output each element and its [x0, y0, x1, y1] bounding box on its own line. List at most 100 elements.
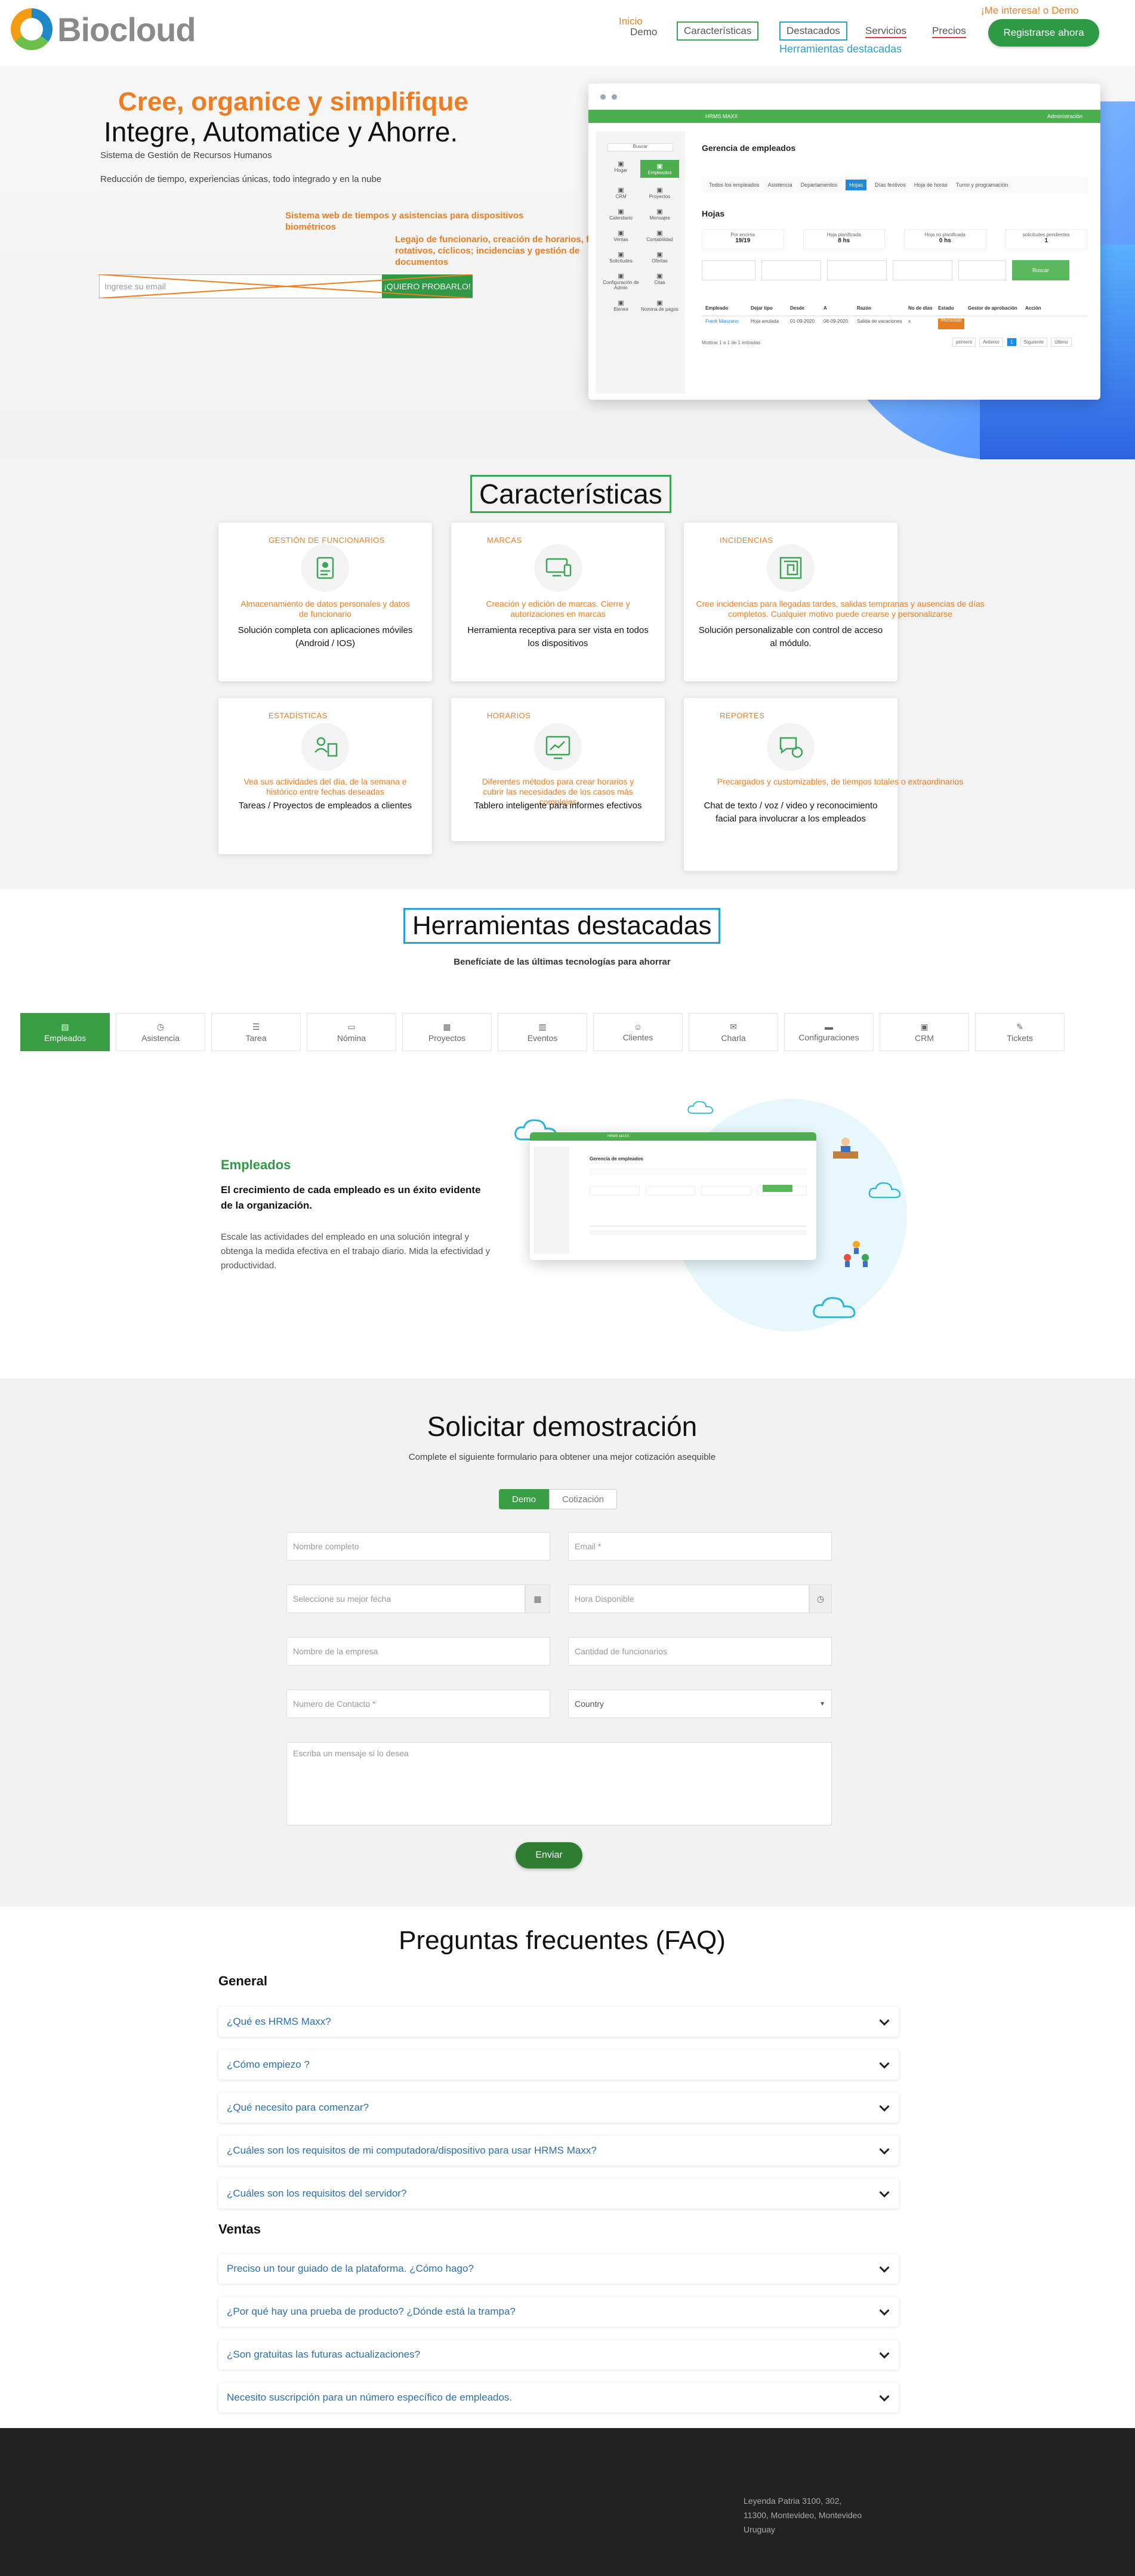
mock-table-header: Desde — [790, 305, 805, 311]
nav-servicios[interactable]: Servicios — [865, 25, 906, 38]
mock-sidebar-label: Hogar — [614, 168, 628, 173]
faq-question[interactable]: ¿Qué es HRMS Maxx? — [218, 2007, 899, 2037]
faq-question[interactable]: ¿Qué necesito para comenzar? — [218, 2093, 899, 2123]
nav-demo[interactable]: Demo — [630, 26, 657, 38]
submit-button[interactable]: Enviar — [516, 1842, 582, 1868]
tool-tab-empleados[interactable]: ▤ Empleados — [20, 1013, 110, 1051]
mock-sidebar-item: ▣ Ofertas — [640, 251, 679, 264]
employees-count-input[interactable]: Cantidad de funcionarios — [568, 1637, 832, 1666]
tool-tab-tickets[interactable]: ✎ Tickets — [975, 1013, 1065, 1051]
mock-sidebar-item: ▣ Contabilidad — [640, 229, 679, 242]
time-input[interactable]: Hora Disponible — [568, 1584, 809, 1613]
clock-icon[interactable]: ◷ — [809, 1584, 832, 1613]
full-name-input[interactable]: Nombre completo — [286, 1532, 550, 1561]
try-it-button[interactable]: ¡QUIERO PROBARLO! — [382, 274, 473, 298]
mock-subtitle: Hojas — [702, 209, 725, 218]
nav-caracteristicas[interactable]: Características — [677, 21, 759, 41]
calendar-icon[interactable]: ▦ — [525, 1584, 550, 1613]
dashboard-mockup: HRMS MAXX Administración Buscar ▣ Hogar ▣ E… — [588, 84, 1100, 400]
chevron-down-icon — [879, 2144, 890, 2155]
faq-question-text: ¿Cuáles son los requisitos de mi computa… — [227, 2145, 597, 2156]
mock-table-header: A — [824, 305, 827, 311]
faq-question[interactable]: ¿Son gratuitas las futuras actualizacion… — [218, 2340, 899, 2370]
faq-question-text: Preciso un tour guiado de la plataforma.… — [227, 2263, 474, 2274]
faq-question[interactable]: ¿Cuáles son los requisitos de mi computa… — [218, 2136, 899, 2166]
mock-stat-card: Hoja planificada 8 hs — [803, 229, 885, 249]
tab-icon: ▦ — [443, 1021, 451, 1031]
email-input[interactable]: Ingrese su email — [99, 274, 384, 298]
faq-question[interactable]: Preciso un tour guiado de la plataforma.… — [218, 2254, 899, 2284]
feature-text: Herramienta receptiva para ser vista en … — [467, 625, 649, 648]
feature-description: Almacenamiento de datos personales y dat… — [240, 599, 410, 619]
quote-toggle[interactable]: Cotización — [549, 1489, 617, 1509]
faq-question[interactable]: ¿Por qué hay una prueba de producto? ¿Dó… — [218, 2297, 899, 2327]
mock-sidebar-label: Calendario — [609, 215, 633, 221]
tool-tab-nomina[interactable]: ▭ Nómina — [307, 1013, 396, 1051]
mock-tab: Departamentos — [800, 182, 838, 188]
site-header: Biocloud Inicio Demo Características Des… — [0, 0, 1135, 66]
tool-tab-clientes[interactable]: ☺ Clientes — [593, 1013, 683, 1051]
phone-input[interactable]: Numero de Contacto * — [286, 1689, 550, 1718]
mock-table-header: No de días — [908, 305, 933, 311]
mock-stat-value: 8 hs — [838, 237, 850, 244]
faq-title: Preguntas frecuentes (FAQ) — [399, 1926, 726, 1955]
tools-dashboard-mockup: HRMS MAXX Gerencia de empleados — [530, 1132, 816, 1260]
tab-icon: ▬ — [825, 1022, 833, 1031]
hero-subtitle-2: Reducción de tiempo, experiencias únicas… — [100, 174, 382, 184]
menu-item-icon: ▣ — [656, 299, 663, 307]
faq-question[interactable]: ¿Cuáles son los requisitos del servidor? — [218, 2179, 899, 2209]
mock-page-link: primero — [952, 338, 976, 347]
mock-sidebar-label: Bienes — [613, 307, 628, 312]
faq-question[interactable]: ¿Cómo empiezo ? — [218, 2050, 899, 2080]
demo-toggle[interactable]: Demo — [499, 1489, 549, 1509]
message-textarea[interactable]: Escriba un mensaje si lo desea — [286, 1742, 832, 1826]
register-button[interactable]: Registrarse ahora — [988, 19, 1099, 47]
tools-feature-body: Escale las actividades del empleado en u… — [221, 1232, 491, 1271]
tool-tab-charla[interactable]: ✉ Charla — [689, 1013, 778, 1051]
tool-tab-configuraciones[interactable]: ▬ Configuraciones — [784, 1013, 874, 1051]
brand-logo[interactable]: Biocloud — [11, 8, 196, 50]
tool-tab-proyectos[interactable]: ▦ Proyectos — [402, 1013, 492, 1051]
tool-tab-tarea[interactable]: ☰ Tarea — [211, 1013, 301, 1051]
tool-tab-label: Tarea — [245, 1033, 267, 1043]
feature-card: REPORTES Precargados y customizables, de … — [684, 698, 963, 871]
feature-description: Precargados y customizables, de tiempos … — [717, 777, 964, 786]
mock-table-cell: 01-09-2020 — [790, 319, 815, 324]
feature-text: Tablero inteligente para informes efecti… — [474, 801, 642, 811]
footer-address-line: 11300, Montevideo, Montevideo — [744, 2510, 862, 2520]
mock-sidebar-label: Ofertas — [652, 258, 668, 264]
menu-item-icon: ▣ — [656, 208, 663, 215]
country-select[interactable]: Country ▼ — [568, 1689, 832, 1718]
email-field[interactable]: Email * — [568, 1532, 832, 1561]
menu-item-icon: ▣ — [618, 187, 624, 194]
mock-tab: Turno y programación — [955, 182, 1008, 188]
tab-icon: ☺ — [633, 1022, 643, 1031]
menu-item-icon: ▣ — [656, 230, 663, 237]
tool-tab-crm[interactable]: ▣ CRM — [880, 1013, 969, 1051]
id-card-icon — [301, 544, 349, 592]
nav-annotation-inicio: Inicio — [619, 16, 643, 27]
tab-icon: ▤ — [61, 1021, 69, 1031]
nav-precios[interactable]: Precios — [932, 25, 966, 38]
feature-card: MARCAS Creación y edición de marcas. Cier… — [451, 523, 665, 681]
menu-item-icon: ▣ — [656, 273, 663, 280]
tab-icon: ▣ — [920, 1021, 929, 1031]
menu-item-icon: ▣ — [618, 273, 624, 280]
feature-text: Tareas / Proyectos de empleados a client… — [238, 801, 412, 811]
company-input[interactable]: Nombre de la empresa — [286, 1637, 550, 1666]
tool-tab-eventos[interactable]: ▥ Eventos — [498, 1013, 587, 1051]
tool-tab-label: Configuraciones — [798, 1033, 859, 1042]
feature-category: GESTIÓN DE FUNCIONARIOS — [269, 536, 385, 545]
mock-app-name: HRMS MAXX — [530, 1132, 816, 1141]
feature-text: Solución personalizable con control de a… — [698, 625, 883, 648]
nav-destacados[interactable]: Destacados — [779, 21, 847, 41]
mock-sidebar-item: ▣ Configuración de Admin — [602, 272, 640, 291]
cloud-icon — [687, 1101, 714, 1114]
faq-question[interactable]: Necesito suscripción para un número espe… — [218, 2383, 899, 2413]
date-input[interactable]: Seleccione su mejor fecha — [286, 1584, 525, 1613]
hero-title: Integre, Automatice y Ahorre. — [104, 116, 458, 147]
feature-category: INCIDENCIAS — [720, 536, 773, 545]
tool-tab-asistencia[interactable]: ◷ Asistencia — [116, 1013, 205, 1051]
feature-text: Chat de texto / voz / video y reconocimi… — [704, 801, 878, 824]
mock-sidebar-label: Proyectos — [649, 194, 671, 199]
